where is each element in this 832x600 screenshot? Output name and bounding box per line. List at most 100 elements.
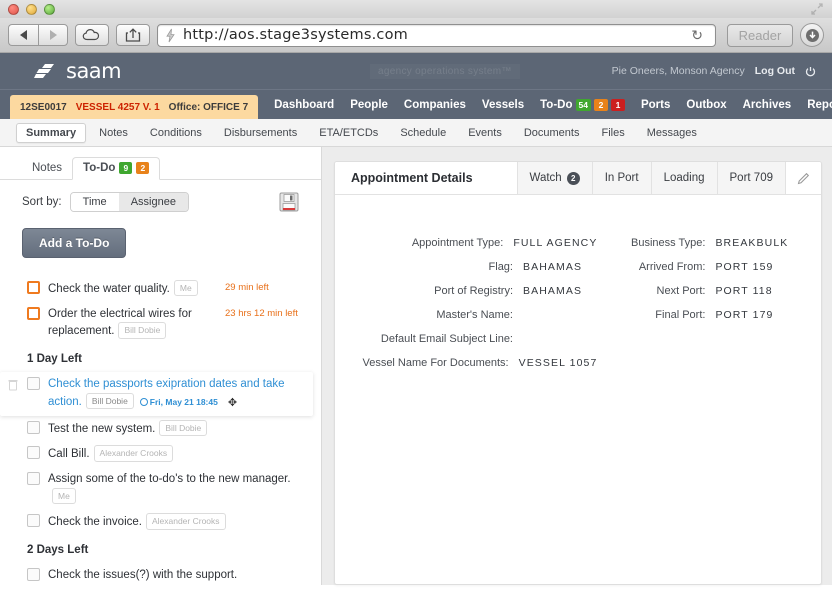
todo-item[interactable]: Check the passports exipration dates and…: [0, 372, 313, 416]
forward-button[interactable]: [38, 24, 68, 46]
add-todo-button[interactable]: Add a To-Do: [22, 228, 126, 258]
todo-tab-label: Notes: [32, 162, 62, 174]
todo-item[interactable]: Assign some of the to-do's to the new ma…: [0, 467, 321, 509]
todo-tab-badge: 2: [136, 162, 149, 174]
nav-item-archives[interactable]: Archives: [743, 99, 792, 111]
tab-schedule[interactable]: Schedule: [391, 124, 455, 142]
detail-tab-label: Loading: [664, 172, 705, 184]
assignee-tag[interactable]: Bill Dobie: [118, 322, 166, 338]
todo-checkbox[interactable]: [27, 281, 40, 294]
todo-item[interactable]: Test the new system.Bill Dobie: [0, 416, 321, 442]
todo-item[interactable]: Check the water quality.Me29 min left: [0, 276, 321, 302]
tab-documents[interactable]: Documents: [515, 124, 589, 142]
field-row: Master's Name:: [335, 309, 597, 333]
field-row: Appointment Type:FULL AGENCY: [335, 237, 597, 261]
todo-tab-notes[interactable]: Notes: [22, 158, 72, 179]
icloud-tabs-button[interactable]: [75, 24, 109, 46]
sort-by-label: Sort by:: [22, 196, 62, 208]
assignee-tag[interactable]: Bill Dobie: [86, 393, 134, 409]
share-button[interactable]: [116, 24, 150, 46]
todo-item[interactable]: Order the electrical wires for replaceme…: [0, 302, 321, 344]
tab-events[interactable]: Events: [459, 124, 511, 142]
detail-tab-label: Port 709: [730, 172, 773, 184]
assignee-tag[interactable]: Me: [52, 488, 76, 504]
detail-tab-label: Watch: [530, 172, 562, 184]
nav-item-ports[interactable]: Ports: [641, 99, 670, 111]
assignee-tag[interactable]: Me: [174, 280, 198, 296]
power-icon[interactable]: [805, 66, 816, 77]
clock-icon: [140, 398, 148, 406]
todo-text-wrap: Check the passports exipration dates and…: [48, 376, 303, 412]
tab-summary[interactable]: Summary: [16, 123, 86, 143]
browser-toolbar: http://aos.stage3systems.com ↻ Reader: [0, 18, 832, 52]
trash-icon[interactable]: [8, 378, 18, 390]
reload-icon[interactable]: ↻: [685, 27, 709, 44]
field-row: Flag:BAHAMAS: [335, 261, 597, 285]
tab-notes[interactable]: Notes: [90, 124, 137, 142]
sort-by-assignee[interactable]: Assignee: [119, 193, 188, 211]
window-controls[interactable]: [8, 4, 55, 15]
pencil-edit-icon[interactable]: [785, 162, 821, 194]
nav-item-reports[interactable]: Reports: [807, 99, 832, 111]
back-button[interactable]: [8, 24, 38, 46]
assignee-tag[interactable]: Alexander Crooks: [94, 445, 174, 461]
todo-checkbox[interactable]: [27, 568, 40, 581]
nav-item-outbox[interactable]: Outbox: [686, 99, 726, 111]
field-label: Final Port:: [597, 309, 715, 321]
tab-files[interactable]: Files: [592, 124, 633, 142]
todo-checkbox[interactable]: [27, 472, 40, 485]
share-icon: [124, 27, 142, 43]
todo-panel-tabs: Notes To-Do92: [0, 147, 321, 180]
nav-item-people[interactable]: People: [350, 99, 388, 111]
field-row: Final Port:PORT 179: [597, 309, 821, 333]
todo-tab-to-do[interactable]: To-Do92: [72, 157, 160, 180]
todo-checkbox[interactable]: [27, 421, 40, 434]
reader-button[interactable]: Reader: [727, 24, 793, 47]
nav-item-label: Archives: [743, 99, 792, 111]
main-nav-items: Dashboard People Companies Vessels To-Do5421…: [274, 99, 832, 111]
nav-item-vessels[interactable]: Vessels: [482, 99, 524, 111]
todo-checkbox[interactable]: [27, 377, 40, 390]
tab-conditions[interactable]: Conditions: [141, 124, 211, 142]
saam-logo[interactable]: saam: [34, 59, 121, 83]
todo-text-wrap: Check the invoice.Alexander Crooks: [48, 513, 311, 531]
sort-by-time[interactable]: Time: [71, 193, 119, 211]
todo-group-heading: 1 Day Left: [0, 344, 321, 372]
todo-item[interactable]: Call Bill.Alexander Crooks: [0, 441, 321, 467]
todo-checkbox[interactable]: [27, 514, 40, 527]
downloads-button[interactable]: [800, 23, 824, 47]
vessel-context-chip[interactable]: 12SE0017 VESSEL 4257 V. 1 Office: OFFICE…: [10, 95, 258, 119]
floppy-save-icon[interactable]: [279, 192, 299, 212]
navigation-buttons[interactable]: [8, 24, 68, 46]
detail-tab-port-709[interactable]: Port 709: [717, 162, 785, 194]
downloads-icon: [805, 28, 820, 43]
address-bar[interactable]: http://aos.stage3systems.com ↻: [157, 24, 716, 47]
nav-item-companies[interactable]: Companies: [404, 99, 466, 111]
assignee-tag[interactable]: Bill Dobie: [159, 420, 207, 436]
nav-item-label: Companies: [404, 99, 466, 111]
assignee-tag[interactable]: Alexander Crooks: [146, 513, 226, 529]
detail-tab-in-port[interactable]: In Port: [592, 162, 651, 194]
todo-label: Check the issues(?) with the support.: [48, 569, 237, 581]
nav-item-to-do[interactable]: To-Do5421: [540, 99, 625, 111]
detail-tab-loading[interactable]: Loading: [651, 162, 717, 194]
icloud-tabs-icon: [82, 28, 102, 42]
tab-disbursements[interactable]: Disbursements: [215, 124, 306, 142]
url-text: http://aos.stage3systems.com: [183, 27, 408, 43]
todo-checkbox[interactable]: [27, 446, 40, 459]
minimize-window-button[interactable]: [26, 4, 37, 15]
tab-eta-etcds[interactable]: ETA/ETCDs: [310, 124, 387, 142]
todo-checkbox[interactable]: [27, 307, 40, 320]
fullscreen-icon[interactable]: [810, 2, 824, 16]
close-window-button[interactable]: [8, 4, 19, 15]
field-label: Port of Registry:: [335, 285, 523, 297]
field-label: Default Email Subject Line:: [335, 333, 523, 345]
nav-item-dashboard[interactable]: Dashboard: [274, 99, 334, 111]
drag-move-cursor-icon[interactable]: ✥: [228, 396, 237, 412]
logout-link[interactable]: Log Out: [755, 65, 795, 77]
tab-messages[interactable]: Messages: [638, 124, 706, 142]
detail-tab-watch[interactable]: Watch2: [517, 162, 592, 194]
zoom-window-button[interactable]: [44, 4, 55, 15]
todo-item[interactable]: Check the issues(?) with the support.: [0, 563, 321, 585]
todo-item[interactable]: Check the invoice.Alexander Crooks: [0, 509, 321, 535]
